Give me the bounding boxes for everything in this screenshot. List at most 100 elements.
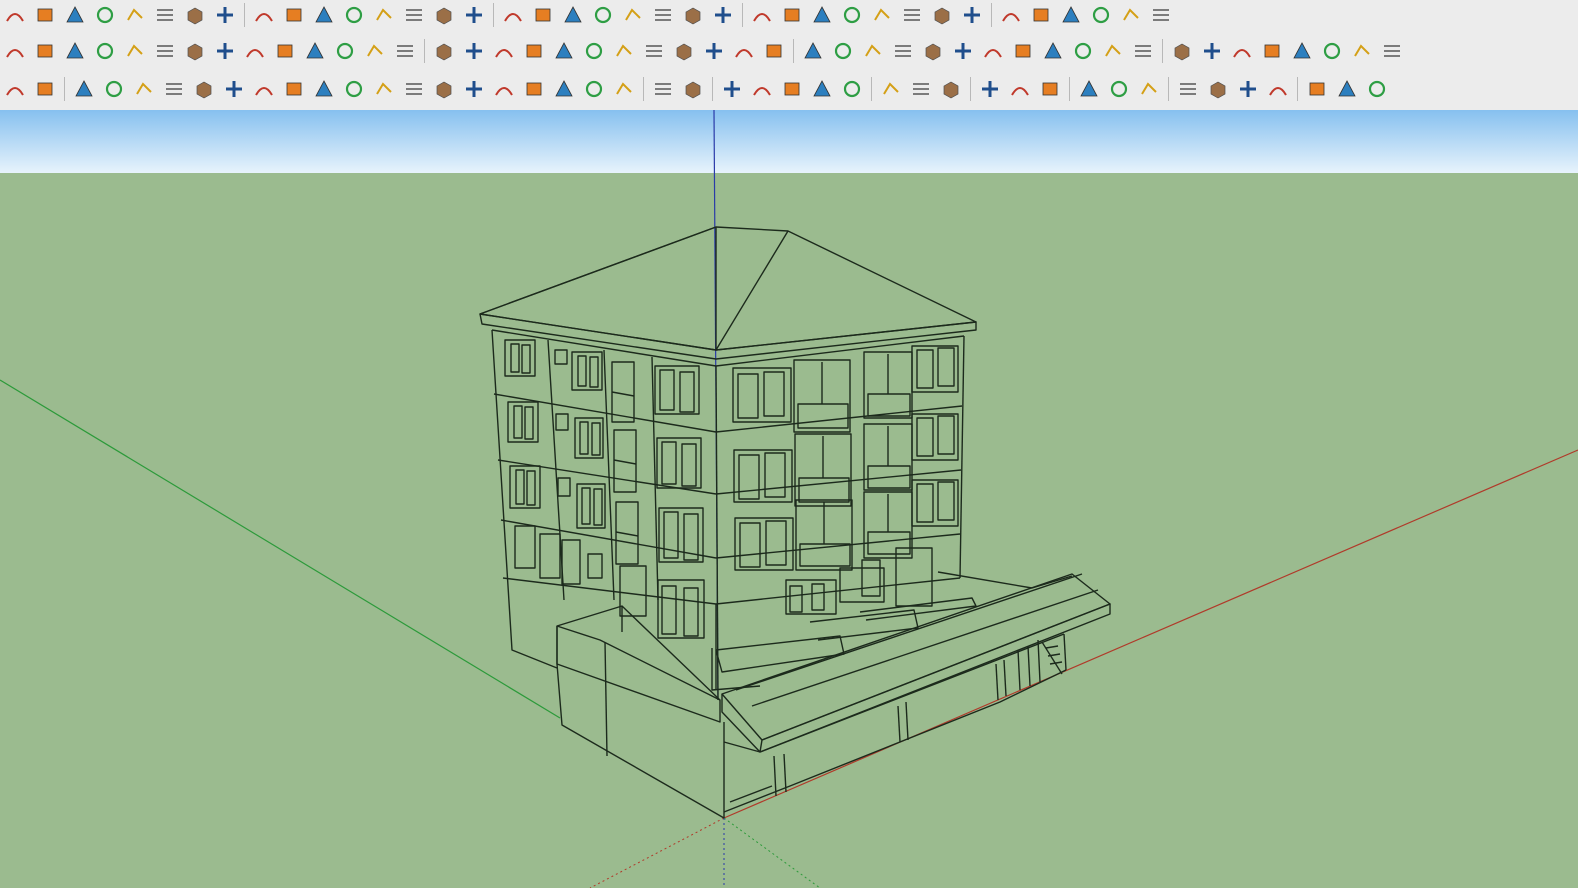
- stack-layers-icon[interactable]: [618, 1, 648, 29]
- wood-block-icon[interactable]: [270, 37, 300, 65]
- arch-frame-icon[interactable]: [399, 1, 429, 29]
- scene-canvas[interactable]: [0, 110, 1578, 888]
- sphere-cut-icon[interactable]: [210, 1, 240, 29]
- green-line-icon[interactable]: [459, 75, 489, 103]
- branch-alt-icon[interactable]: [708, 1, 738, 29]
- bezier-arc-icon[interactable]: [69, 75, 99, 103]
- fur-icon[interactable]: [129, 75, 159, 103]
- spiral-icon[interactable]: [279, 75, 309, 103]
- dash-add-icon[interactable]: [906, 75, 936, 103]
- orange-rotate-icon[interactable]: [1317, 37, 1347, 65]
- blue-plane-icon[interactable]: [0, 37, 30, 65]
- dimension-icon[interactable]: [1197, 37, 1227, 65]
- hook-curve-icon[interactable]: [369, 75, 399, 103]
- wood-cube-icon[interactable]: [1287, 37, 1317, 65]
- dashed-curve-icon[interactable]: [1098, 37, 1128, 65]
- lattice-icon[interactable]: [1116, 1, 1146, 29]
- blue-x-icon[interactable]: [459, 37, 489, 65]
- swirl-icon[interactable]: [1026, 1, 1056, 29]
- flag-icon[interactable]: [240, 37, 270, 65]
- i-curve-icon[interactable]: [189, 75, 219, 103]
- spline-icon[interactable]: [99, 75, 129, 103]
- drop-cone-icon[interactable]: [519, 37, 549, 65]
- lines-remove-icon[interactable]: [837, 75, 867, 103]
- red-ellipse-icon[interactable]: [549, 75, 579, 103]
- crease-icon[interactable]: [588, 1, 618, 29]
- select-arrow-icon[interactable]: [678, 75, 708, 103]
- green-tile-icon[interactable]: [609, 75, 639, 103]
- sail-icon[interactable]: [549, 37, 579, 65]
- red-grid-icon[interactable]: [210, 37, 240, 65]
- grid-4-icon[interactable]: [1005, 75, 1035, 103]
- orange-grid-icon[interactable]: [978, 37, 1008, 65]
- red-undo-icon[interactable]: [729, 37, 759, 65]
- angle-line-icon[interactable]: [339, 1, 369, 29]
- window-grid-icon[interactable]: [1134, 75, 1164, 103]
- page-curl-icon[interactable]: [558, 1, 588, 29]
- red-gem-icon[interactable]: [888, 37, 918, 65]
- arc-open-icon[interactable]: [399, 75, 429, 103]
- wrench-icon[interactable]: [519, 75, 549, 103]
- branch-icon[interactable]: [678, 1, 708, 29]
- fin-panel-icon[interactable]: [1086, 1, 1116, 29]
- curve-loft-icon[interactable]: [369, 1, 399, 29]
- yellow-plane-icon[interactable]: [30, 37, 60, 65]
- scale-balance-icon[interactable]: [1377, 37, 1407, 65]
- box-cross-icon[interactable]: [975, 75, 1005, 103]
- red-cubes-icon[interactable]: [828, 37, 858, 65]
- sweep-follow-icon[interactable]: [150, 1, 180, 29]
- freehand-arc-icon[interactable]: [0, 1, 30, 29]
- green-cross-icon[interactable]: [429, 37, 459, 65]
- scatter-icon[interactable]: [1068, 37, 1098, 65]
- shape-bulge-icon[interactable]: [120, 1, 150, 29]
- move-small-icon[interactable]: [1362, 75, 1392, 103]
- music-note-icon[interactable]: [867, 1, 897, 29]
- cube-arrow-icon[interactable]: [798, 37, 828, 65]
- gray-curve-icon[interactable]: [1347, 37, 1377, 65]
- box-frame-icon[interactable]: [180, 1, 210, 29]
- red-dots-icon[interactable]: [360, 37, 390, 65]
- orange-swirl-icon[interactable]: [150, 37, 180, 65]
- ribbon-panel-icon[interactable]: [957, 1, 987, 29]
- panel-icon[interactable]: [837, 1, 867, 29]
- tent-icon[interactable]: [429, 1, 459, 29]
- pipe-bend-icon[interactable]: [249, 1, 279, 29]
- pencil-icon[interactable]: [1167, 37, 1197, 65]
- red-arc-icon[interactable]: [429, 75, 459, 103]
- red-plane-icon[interactable]: [90, 37, 120, 65]
- pipe-joint-icon[interactable]: [300, 37, 330, 65]
- eye-icon[interactable]: [1227, 37, 1257, 65]
- curve-tool-icon[interactable]: [330, 37, 360, 65]
- stone-tile-icon[interactable]: [1203, 75, 1233, 103]
- orange-drop-icon[interactable]: [0, 75, 30, 103]
- mosaic-icon[interactable]: [918, 37, 948, 65]
- cloud-icon[interactable]: [1233, 75, 1263, 103]
- green-plane-icon[interactable]: [60, 37, 90, 65]
- paint-bucket-icon[interactable]: [1257, 37, 1287, 65]
- polygon-dashed-icon[interactable]: [489, 75, 519, 103]
- red-triangle-icon[interactable]: [579, 75, 609, 103]
- checker-icon[interactable]: [1263, 75, 1293, 103]
- blade-icon[interactable]: [648, 1, 678, 29]
- green-shapes-icon[interactable]: [759, 37, 789, 65]
- line-split-icon[interactable]: [60, 1, 90, 29]
- spin-icon[interactable]: [639, 37, 669, 65]
- yellow-grid-icon[interactable]: [1008, 37, 1038, 65]
- cone-icon[interactable]: [489, 37, 519, 65]
- green-house-icon[interactable]: [648, 75, 678, 103]
- polygon-star-icon[interactable]: [90, 1, 120, 29]
- polyline-edit-icon[interactable]: [30, 1, 60, 29]
- column-array-icon[interactable]: [459, 1, 489, 29]
- red-square-icon[interactable]: [180, 37, 210, 65]
- lines-3-icon[interactable]: [777, 75, 807, 103]
- corner-chamfer-icon[interactable]: [309, 1, 339, 29]
- zigzag-icon[interactable]: [159, 75, 189, 103]
- curve-n-icon[interactable]: [339, 75, 369, 103]
- modeling-viewport[interactable]: [0, 110, 1578, 888]
- hook-icon[interactable]: [609, 37, 639, 65]
- mesh-panel-icon[interactable]: [927, 1, 957, 29]
- brick-icon[interactable]: [1173, 75, 1203, 103]
- hatch-icon[interactable]: [807, 1, 837, 29]
- roll-icon[interactable]: [777, 1, 807, 29]
- component-grid-icon[interactable]: [1128, 37, 1158, 65]
